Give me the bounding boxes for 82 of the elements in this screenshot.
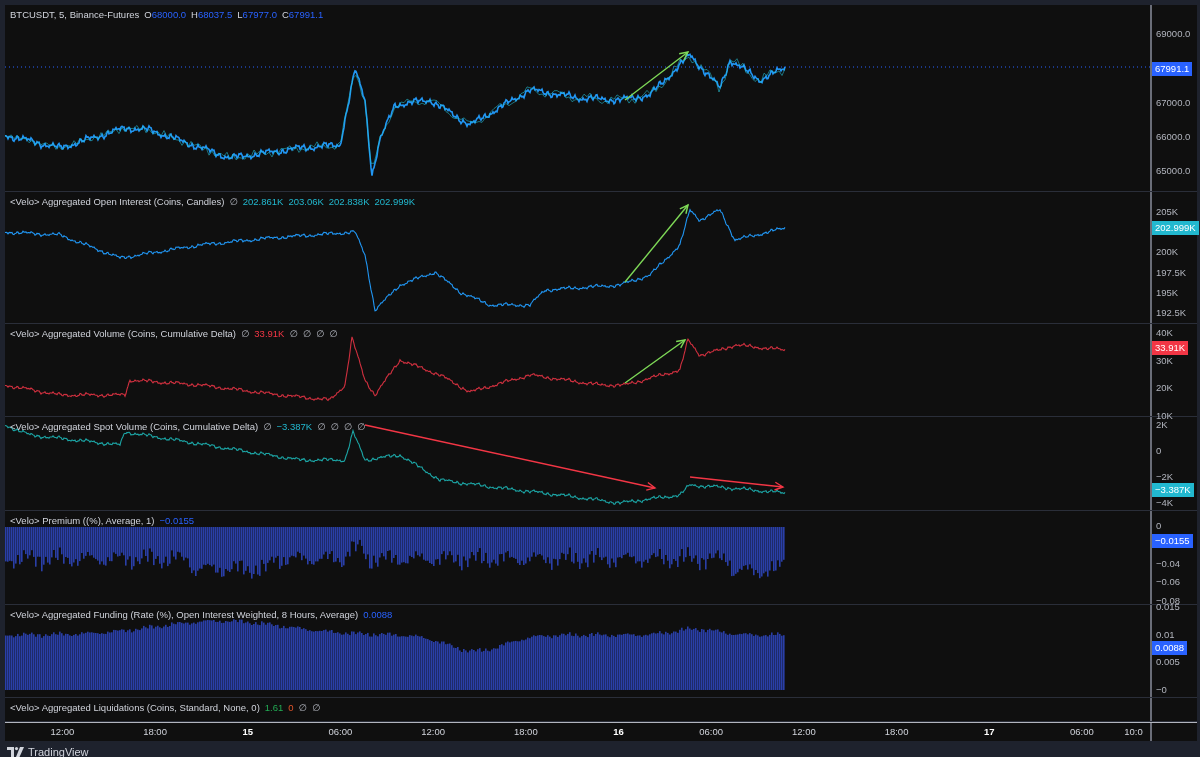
time-axis-label: 06:00 xyxy=(327,725,354,739)
axis-tick-label: 65000.0 xyxy=(1156,165,1191,177)
axis-tick-label: 205K xyxy=(1156,206,1179,218)
legend-value: 202.999K xyxy=(374,196,416,207)
legend-value: 33.91K xyxy=(254,328,285,339)
legend-label: H xyxy=(191,9,198,20)
legend-label: O xyxy=(144,9,152,20)
legend-value: ∅ xyxy=(357,421,366,432)
legend-title: <Velo> Aggregated Liquidations (Coins, Standard, None, 0) xyxy=(10,702,260,713)
axis-tick-label: −4K xyxy=(1156,497,1174,509)
trend-arrow xyxy=(624,51,690,101)
axis-tick-label: 20K xyxy=(1156,382,1173,395)
time-axis-label: 18:00 xyxy=(883,725,910,739)
axis-tick-label: −0 xyxy=(1156,684,1167,696)
trend-arrow xyxy=(624,339,687,384)
logo-icon xyxy=(7,747,24,757)
last-value-label: 202.999K xyxy=(1152,221,1199,236)
legend-value: ∅ xyxy=(241,328,250,339)
legend-value: 202.838K xyxy=(328,196,370,207)
time-axis-label: 18:00 xyxy=(142,725,168,739)
legend-value: 67991.1 xyxy=(288,9,324,20)
legend-title: <Velo> Aggregated Spot Volume (Coins, Cumulative Delta) xyxy=(10,421,259,432)
axis-tick-label: −2K xyxy=(1156,471,1174,483)
time-axis-label: 17 xyxy=(982,725,996,739)
legend-value: 202.861K xyxy=(242,196,284,207)
legend-label: C xyxy=(281,9,289,20)
last-value-label: 0.0088 xyxy=(1152,640,1188,655)
axis-tick-label: 69000.0 xyxy=(1156,28,1191,40)
legend-value: ∅ xyxy=(289,328,298,339)
axis-tick-label: 197.5K xyxy=(1156,266,1187,279)
legend-value: ∅ xyxy=(330,421,339,432)
last-value-label: −0.0155 xyxy=(1152,533,1193,548)
time-axis-label: 15 xyxy=(241,725,254,739)
legend-value: 0.0088 xyxy=(363,609,393,620)
legend-title: <Velo> Aggregated Funding (Rate (%), Open Interest Weighted, 8 Hours, Average) xyxy=(10,609,359,620)
legend-value: ∅ xyxy=(263,421,272,432)
legend-value: −0.0155 xyxy=(159,515,195,526)
legend-value: 68000.0 xyxy=(151,9,187,20)
axis-tick-label: 40K xyxy=(1156,327,1173,339)
legend-label: L xyxy=(237,9,243,20)
axis-tick-label: 66000.0 xyxy=(1156,130,1191,143)
time-axis-label: 10:0 xyxy=(1124,725,1144,739)
axis-tick-label: 192.5K xyxy=(1156,307,1187,319)
legend-value: 67977.0 xyxy=(242,9,277,20)
legend-value: 0 xyxy=(288,702,294,713)
legend-value: ∅ xyxy=(329,328,338,339)
legend-title: <Velo> Aggregated Open Interest (Coins, Candles) xyxy=(10,196,225,207)
time-axis-label: 12:00 xyxy=(420,725,446,739)
legend-title: <Velo> Premium ((%), Average, 1) xyxy=(10,515,155,526)
axis-tick-label: 195K xyxy=(1156,286,1179,299)
legend-value: ∅ xyxy=(343,421,352,432)
axis-tick-label: 67000.0 xyxy=(1156,96,1191,109)
time-axis-label: 12:00 xyxy=(49,725,76,739)
axis-tick-label: 200K xyxy=(1156,246,1179,259)
axis-tick-label: 30K xyxy=(1156,354,1173,367)
last-value-label: −3.387K xyxy=(1152,483,1194,497)
legend-value: 68037.5 xyxy=(197,9,233,20)
axis-tick-label: 2K xyxy=(1156,419,1168,431)
last-value-label: 33.91K xyxy=(1152,340,1189,355)
axis-tick-label: −0.06 xyxy=(1156,576,1181,589)
legend-value: ∅ xyxy=(317,421,326,432)
axis-tick-label: −0.04 xyxy=(1156,557,1181,570)
time-axis-label: 16 xyxy=(612,725,625,739)
time-axis-label: 12:00 xyxy=(790,725,817,739)
legend-value: ∅ xyxy=(311,702,321,713)
axis-tick-label: 10K xyxy=(1156,410,1173,422)
legend-title: <Velo> Aggregated Volume (Coins, Cumulative Delta) xyxy=(10,328,237,339)
legend-value: ∅ xyxy=(302,328,311,339)
axis-tick-label: 0 xyxy=(1156,445,1162,457)
legend-value: ∅ xyxy=(229,196,238,207)
legend-value: ∅ xyxy=(316,328,325,339)
last-value-label: 67991.1 xyxy=(1152,61,1193,76)
axis-tick-label: 0.005 xyxy=(1156,656,1180,669)
legend-title: BTCUSDT, 5, Binance-Futures xyxy=(10,9,140,20)
legend-value: 1.61 xyxy=(264,702,284,713)
legend-value: ∅ xyxy=(298,702,307,713)
time-axis-label: 06:00 xyxy=(698,725,725,739)
axis-tick-label: 0.01 xyxy=(1156,628,1175,641)
axis-tick-label: 0 xyxy=(1156,520,1162,532)
legend-value: −3.387K xyxy=(276,421,313,432)
time-axis-label: 18:00 xyxy=(512,725,539,739)
legend-value: 203.06K xyxy=(288,196,324,207)
